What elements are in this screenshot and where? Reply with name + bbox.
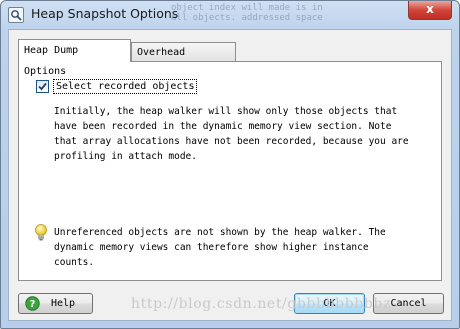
close-button[interactable]: x	[408, 1, 452, 20]
unreferenced-objects-info: Unreferenced objects are not shown by th…	[54, 227, 386, 268]
heap-snapshot-options-dialog: object index will made is in all objects…	[0, 0, 460, 329]
magnifier-app-icon	[8, 7, 24, 23]
help-button[interactable]: ? Help	[18, 293, 93, 314]
checkmark-icon	[38, 82, 47, 91]
background-window-text: object index will made is in all objects…	[171, 3, 323, 23]
help-button-label: Help	[51, 298, 76, 309]
tab-heap-dump-options[interactable]: Heap Dump Options	[18, 39, 131, 77]
svg-text:?: ?	[30, 299, 36, 310]
watermark-text: http://blog.csdn.net/gbbbbbbbbbz	[131, 296, 391, 312]
select-recorded-objects-label[interactable]: Select recorded objects	[53, 79, 198, 94]
window-title: Heap Snapshot Options	[31, 6, 179, 21]
help-icon: ?	[25, 296, 40, 311]
lightbulb-icon	[35, 224, 47, 241]
title-bar[interactable]: object index will made is in all objects…	[1, 1, 459, 29]
close-icon: x	[426, 2, 434, 16]
tab-overhead-options[interactable]: Overhead Options	[131, 42, 236, 77]
recorded-objects-description: Initially, the heap walker will show onl…	[54, 106, 409, 162]
dialog-body: Heap Dump Options Overhead Options Selec…	[8, 29, 452, 321]
